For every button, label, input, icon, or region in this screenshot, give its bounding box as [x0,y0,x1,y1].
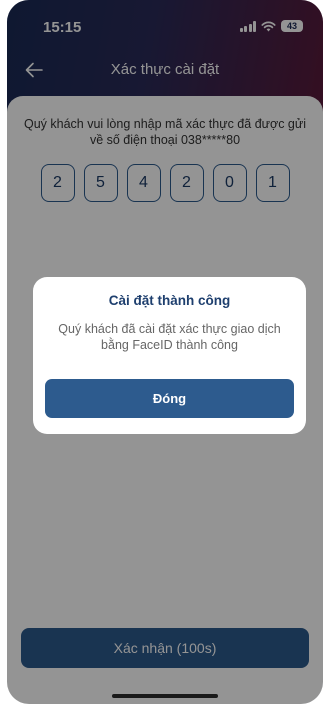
phone-screen: 15:15 43 Xác thực cài đặt Quý khách vui … [7,0,323,704]
success-dialog: Cài đặt thành công Quý khách đã cài đặt … [33,277,306,434]
dialog-message: Quý khách đã cài đặt xác thực giao dịch … [58,322,281,352]
close-button[interactable]: Đóng [45,379,294,418]
dialog-title: Cài đặt thành công [108,293,231,308]
home-indicator[interactable] [112,694,218,698]
